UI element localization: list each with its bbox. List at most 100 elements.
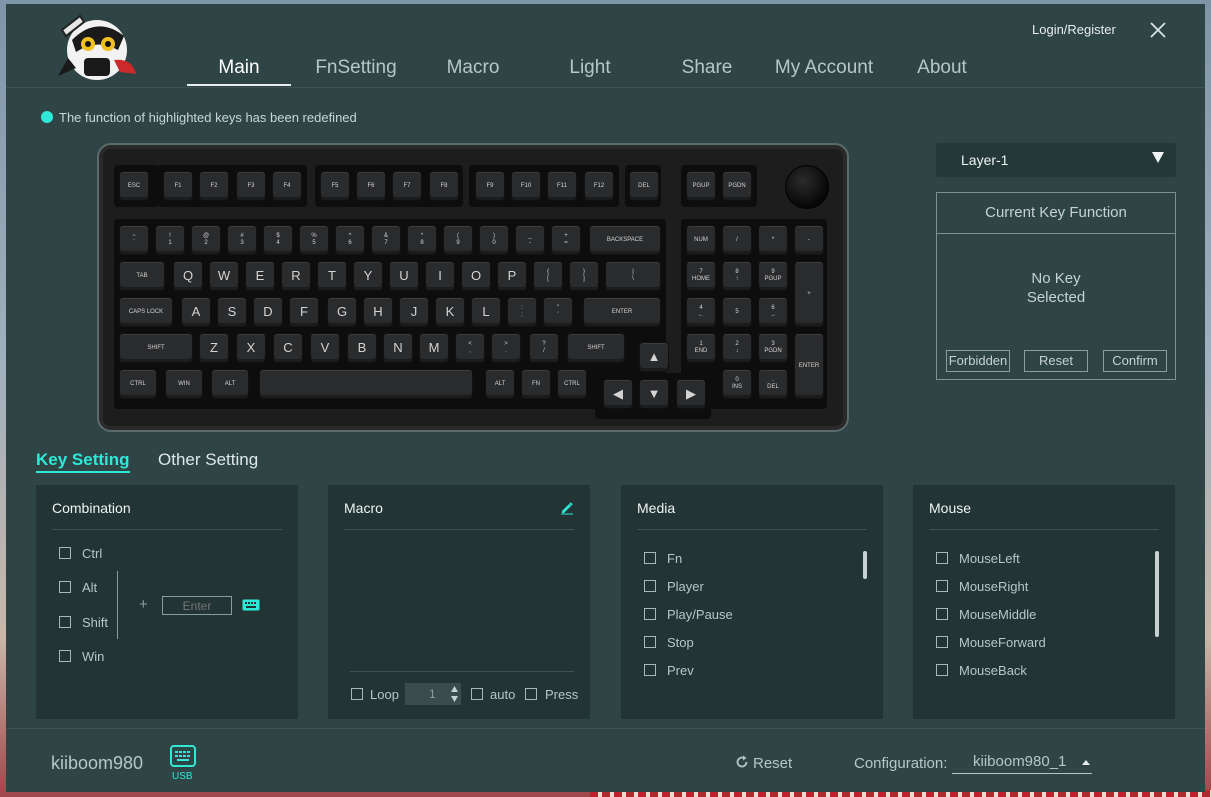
key-x[interactable]: X (236, 333, 266, 363)
key-grave[interactable]: ~ ` (119, 225, 149, 255)
key-arrow-left[interactable]: ◀ (603, 379, 633, 409)
keyboard-icon[interactable] (242, 599, 260, 611)
key-semicolon[interactable]: : ; (507, 297, 537, 327)
forbidden-button[interactable]: Forbidden (946, 350, 1010, 372)
key-f3[interactable]: F3 (236, 171, 266, 201)
volume-knob[interactable] (785, 165, 829, 209)
mouse-checkbox-back[interactable] (936, 664, 948, 676)
key-numpad-dot[interactable]: . DEL (758, 369, 788, 399)
key-arrow-right[interactable]: ▶ (676, 379, 706, 409)
key-f11[interactable]: F11 (547, 171, 577, 201)
tab-main[interactable]: Main (187, 57, 291, 86)
key-numpad-3[interactable]: 3 PGDN (758, 333, 788, 363)
key-right-alt[interactable]: ALT (485, 369, 515, 399)
key-i[interactable]: I (425, 261, 455, 291)
key-p[interactable]: P (497, 261, 527, 291)
key-numpad-minus[interactable]: - (794, 225, 824, 255)
key-del[interactable]: DEL (629, 171, 659, 201)
key-right-ctrl[interactable]: CTRL (557, 369, 587, 399)
key-n[interactable]: N (383, 333, 413, 363)
key-f6[interactable]: F6 (356, 171, 386, 201)
key-e[interactable]: E (245, 261, 275, 291)
key-arrow-up[interactable]: ▲ (639, 342, 669, 372)
key-h[interactable]: H (363, 297, 393, 327)
mouse-checkbox-left[interactable] (936, 552, 948, 564)
key-numpad-plus[interactable]: + (794, 261, 824, 327)
key-left-alt[interactable]: ALT (211, 369, 249, 399)
key-j[interactable]: J (399, 297, 429, 327)
media-checkbox-fn[interactable] (644, 552, 656, 564)
key-left-ctrl[interactable]: CTRL (119, 369, 157, 399)
close-icon[interactable] (1146, 18, 1170, 42)
stepper-arrows-icon[interactable] (450, 685, 459, 703)
key-7[interactable]: & 7 (371, 225, 401, 255)
key-w[interactable]: W (209, 261, 239, 291)
media-scrollbar[interactable] (863, 551, 867, 579)
key-rbracket[interactable]: } ] (569, 261, 599, 291)
key-numpad-9[interactable]: 9 PGUP (758, 261, 788, 291)
key-f[interactable]: F (289, 297, 319, 327)
key-numpad-5[interactable]: 5 (722, 297, 752, 327)
key-fn[interactable]: FN (521, 369, 551, 399)
confirm-button[interactable]: Confirm (1103, 350, 1167, 372)
key-pgdn[interactable]: PGDN (722, 171, 752, 201)
key-quote[interactable]: " ' (543, 297, 573, 327)
key-left-shift[interactable]: SHIFT (119, 333, 193, 363)
mouse-checkbox-middle[interactable] (936, 608, 948, 620)
key-period[interactable]: > . (491, 333, 521, 363)
auto-checkbox[interactable] (471, 688, 483, 700)
press-checkbox[interactable] (525, 688, 537, 700)
key-numpad-slash[interactable]: / (722, 225, 752, 255)
login-register-link[interactable]: Login/Register (1032, 22, 1116, 37)
key-f8[interactable]: F8 (429, 171, 459, 201)
layer-select[interactable]: Layer-1 (936, 143, 1176, 177)
media-checkbox-stop[interactable] (644, 636, 656, 648)
key-backslash[interactable]: | \ (605, 261, 661, 291)
key-equal[interactable]: + = (551, 225, 581, 255)
key-t[interactable]: T (317, 261, 347, 291)
mouse-scrollbar[interactable] (1155, 551, 1159, 637)
win-checkbox[interactable] (59, 650, 71, 662)
key-numpad-8[interactable]: 8 ↑ (722, 261, 752, 291)
reset-key-button[interactable]: Reset (1024, 350, 1088, 372)
key-minus[interactable]: _ - (515, 225, 545, 255)
key-z[interactable]: Z (199, 333, 229, 363)
key-f7[interactable]: F7 (392, 171, 422, 201)
media-checkbox-prev[interactable] (644, 664, 656, 676)
ctrl-checkbox[interactable] (59, 547, 71, 559)
key-f12[interactable]: F12 (584, 171, 614, 201)
key-f4[interactable]: F4 (272, 171, 302, 201)
shift-checkbox[interactable] (59, 616, 71, 628)
usb-connection[interactable]: USB (168, 743, 198, 783)
key-f2[interactable]: F2 (199, 171, 229, 201)
key-0[interactable]: ) 0 (479, 225, 509, 255)
tab-key-setting[interactable]: Key Setting (36, 450, 130, 473)
key-numlock[interactable]: NUM (686, 225, 716, 255)
loop-count-stepper[interactable]: 1 (405, 683, 461, 705)
key-8[interactable]: * 8 (407, 225, 437, 255)
key-numpad-2[interactable]: 2 ↓ (722, 333, 752, 363)
tab-about[interactable]: About (890, 57, 994, 83)
key-comma[interactable]: < , (455, 333, 485, 363)
mouse-checkbox-forward[interactable] (936, 636, 948, 648)
key-esc[interactable]: ESC (119, 171, 149, 201)
key-numpad-7[interactable]: 7 HOME (686, 261, 716, 291)
key-lbracket[interactable]: { [ (533, 261, 563, 291)
key-b[interactable]: B (347, 333, 377, 363)
key-s[interactable]: S (217, 297, 247, 327)
key-2[interactable]: @ 2 (191, 225, 221, 255)
reset-all-button[interactable]: Reset (735, 755, 792, 772)
key-o[interactable]: O (461, 261, 491, 291)
tab-fnsetting[interactable]: FnSetting (304, 57, 408, 83)
key-5[interactable]: % 5 (299, 225, 329, 255)
key-3[interactable]: # 3 (227, 225, 257, 255)
key-numpad-6[interactable]: 6 → (758, 297, 788, 327)
key-k[interactable]: K (435, 297, 465, 327)
key-space[interactable] (259, 369, 473, 399)
key-enter[interactable]: ENTER (583, 297, 661, 327)
media-checkbox-play-pause[interactable] (644, 608, 656, 620)
loop-checkbox[interactable] (351, 688, 363, 700)
key-u[interactable]: U (389, 261, 419, 291)
key-9[interactable]: ( 9 (443, 225, 473, 255)
key-f9[interactable]: F9 (475, 171, 505, 201)
